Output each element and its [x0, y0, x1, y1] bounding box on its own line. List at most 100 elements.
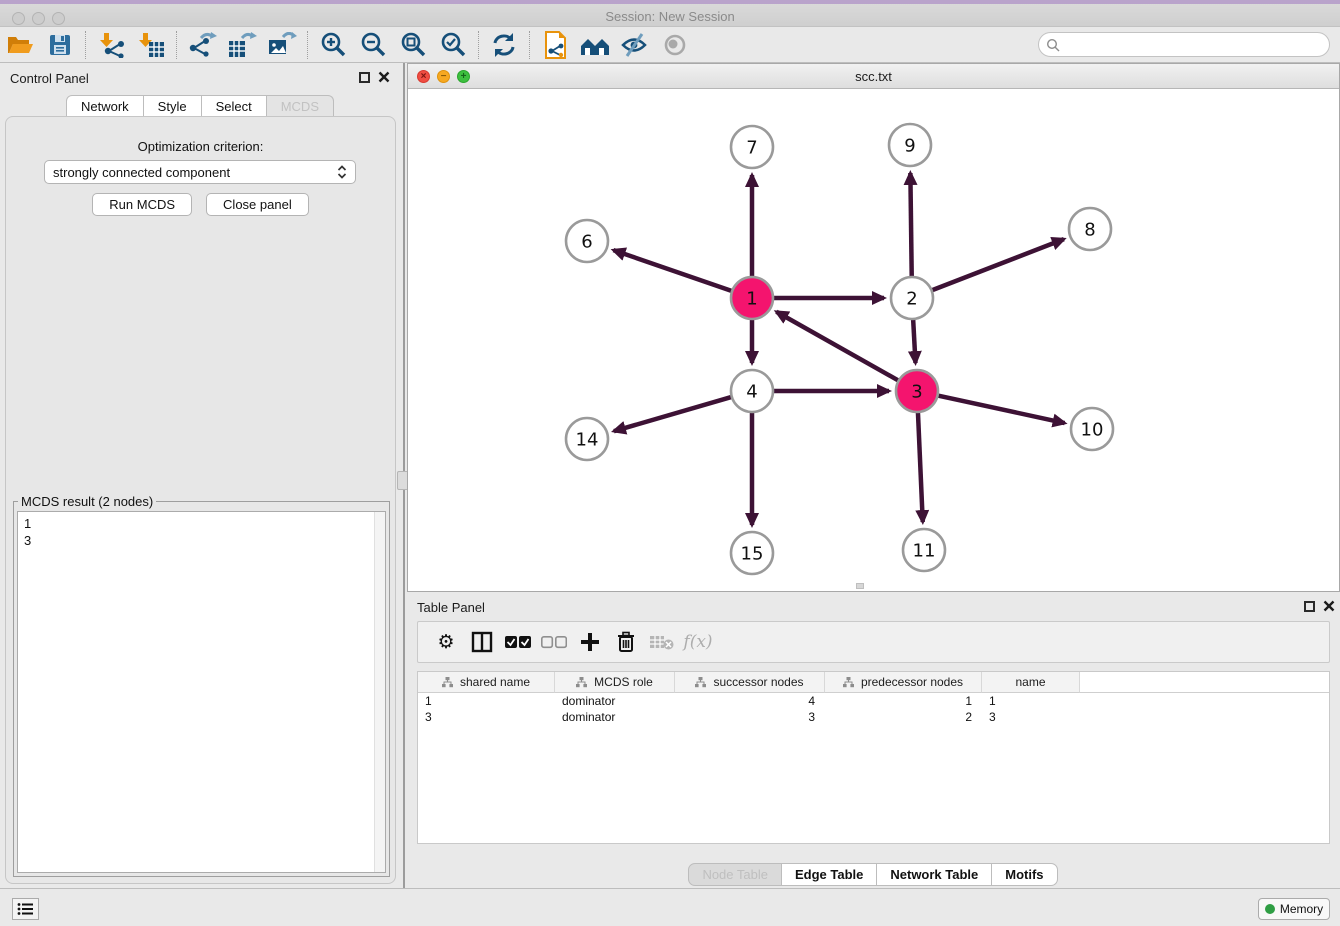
- float-table-panel-icon[interactable]: [1304, 601, 1315, 612]
- table-panel: Table Panel ⚙ f(x): [407, 592, 1340, 888]
- column-header-successor-nodes[interactable]: successor nodes: [675, 672, 825, 693]
- graph-edge-3-10[interactable]: [936, 395, 1065, 423]
- table-options-gear-icon[interactable]: ⚙: [428, 627, 464, 657]
- open-session-icon[interactable]: [0, 29, 40, 61]
- column-header-shared-name[interactable]: shared name: [418, 672, 555, 693]
- tab-motifs[interactable]: Motifs: [991, 863, 1057, 886]
- table-cell: 1: [825, 693, 982, 709]
- table-panel-header: Table Panel: [407, 592, 1340, 620]
- export-image-icon[interactable]: [262, 29, 302, 61]
- tab-select[interactable]: Select: [201, 95, 267, 117]
- tab-mcds[interactable]: MCDS: [266, 95, 334, 117]
- network-view-window: × − + scc.txt 1234678910111415: [407, 63, 1340, 592]
- refresh-view-icon[interactable]: [484, 29, 524, 61]
- graph-edge-4-14[interactable]: [614, 396, 734, 431]
- first-neighbors-icon[interactable]: [575, 29, 615, 61]
- optimization-criterion-select[interactable]: strongly connected component: [44, 160, 356, 184]
- delete-table-icon: [644, 627, 680, 657]
- hide-selected-icon[interactable]: [615, 29, 655, 61]
- graph-node-label: 4: [746, 382, 757, 403]
- float-panel-icon[interactable]: [359, 72, 370, 83]
- zoom-in-icon[interactable]: [313, 29, 353, 61]
- graph-edge-2-3[interactable]: [913, 317, 915, 363]
- graph-edge-3-11[interactable]: [918, 410, 923, 522]
- task-history-button[interactable]: [12, 898, 39, 920]
- show-columns-icon[interactable]: [464, 627, 500, 657]
- list-icon: [17, 902, 34, 916]
- mcds-result-list[interactable]: 13: [17, 511, 386, 873]
- zoom-selected-icon[interactable]: [433, 29, 473, 61]
- network-window-grip[interactable]: [856, 583, 864, 589]
- network-canvas[interactable]: 1234678910111415: [409, 89, 1338, 590]
- show-all-icon: [655, 29, 695, 61]
- table-body: 1dominator4113dominator323: [418, 693, 1329, 725]
- control-panel-tabs: Network Style Select MCDS: [0, 95, 401, 117]
- memory-button[interactable]: Memory: [1258, 898, 1330, 920]
- create-column-icon[interactable]: [572, 627, 608, 657]
- table-header-row: shared name MCDS role successor nodes pr…: [418, 672, 1329, 693]
- close-table-panel-icon[interactable]: [1323, 600, 1335, 612]
- delete-column-icon[interactable]: [608, 627, 644, 657]
- graph-edge-2-9[interactable]: [910, 173, 911, 279]
- graph-node-label: 15: [741, 544, 764, 565]
- column-header-mcds-role[interactable]: MCDS role: [555, 672, 675, 693]
- import-table-icon[interactable]: [131, 29, 171, 61]
- selected-criterion: strongly connected component: [53, 165, 337, 180]
- table-cell: 1: [982, 693, 1080, 709]
- table-toolbar: ⚙ f(x): [417, 621, 1330, 663]
- graph-node-label: 7: [746, 138, 757, 159]
- graph-edge-2-8[interactable]: [930, 239, 1064, 291]
- toolbar-separator: [478, 31, 479, 59]
- export-table-icon[interactable]: [222, 29, 262, 61]
- close-panel-icon[interactable]: [378, 71, 390, 83]
- table-tabs: Node Table Edge Table Network Table Moti…: [407, 863, 1340, 886]
- table-cell: 1: [418, 693, 555, 709]
- mcds-tab-content: Optimization criterion: strongly connect…: [5, 116, 396, 884]
- run-mcds-button[interactable]: Run MCDS: [92, 193, 192, 216]
- tab-network-table[interactable]: Network Table: [876, 863, 992, 886]
- memory-status-icon: [1265, 904, 1275, 914]
- tab-network[interactable]: Network: [66, 95, 144, 117]
- search-icon: [1046, 38, 1060, 52]
- export-network-icon[interactable]: [182, 29, 222, 61]
- graph-node-label: 11: [913, 541, 936, 562]
- table-row[interactable]: 1dominator411: [418, 693, 1329, 709]
- tab-edge-table[interactable]: Edge Table: [781, 863, 877, 886]
- status-bar: Memory: [0, 888, 1340, 926]
- toolbar-separator: [176, 31, 177, 59]
- row-filler: [1080, 709, 1329, 725]
- mcds-result-line: 1: [24, 515, 379, 532]
- zoom-fit-icon[interactable]: [393, 29, 433, 61]
- graph-node-label: 2: [906, 289, 917, 310]
- select-all-icon[interactable]: [500, 627, 536, 657]
- clone-network-icon[interactable]: [535, 29, 575, 61]
- table-cell: 3: [418, 709, 555, 725]
- column-header-predecessor-nodes[interactable]: predecessor nodes: [825, 672, 982, 693]
- search-input[interactable]: [1064, 35, 1329, 55]
- graph-edge-1-6[interactable]: [613, 250, 734, 292]
- import-network-icon[interactable]: [91, 29, 131, 61]
- zoom-out-icon[interactable]: [353, 29, 393, 61]
- deselect-all-icon[interactable]: [536, 627, 572, 657]
- column-type-icon: [843, 677, 854, 688]
- column-header-name[interactable]: name: [982, 672, 1080, 693]
- table-cell: dominator: [555, 693, 675, 709]
- table-row[interactable]: 3dominator323: [418, 709, 1329, 725]
- control-panel: Control Panel Network Style Select MCDS …: [0, 63, 401, 888]
- main-toolbar: [0, 27, 1340, 63]
- stepper-chevrons-icon: [337, 164, 347, 180]
- function-builder-icon: f(x): [680, 627, 716, 657]
- save-session-icon[interactable]: [40, 29, 80, 61]
- control-panel-title: Control Panel: [10, 71, 89, 86]
- column-type-icon: [442, 677, 453, 688]
- tab-node-table[interactable]: Node Table: [688, 863, 782, 886]
- search-field[interactable]: [1038, 32, 1330, 57]
- close-panel-button[interactable]: Close panel: [206, 193, 309, 216]
- toolbar-separator: [307, 31, 308, 59]
- result-scrollbar[interactable]: [374, 512, 385, 872]
- graph-edge-3-1[interactable]: [776, 312, 900, 382]
- network-title: scc.txt: [408, 69, 1339, 84]
- tab-style[interactable]: Style: [143, 95, 202, 117]
- graph-node-label: 9: [904, 136, 915, 157]
- graph-node-label: 14: [576, 430, 599, 451]
